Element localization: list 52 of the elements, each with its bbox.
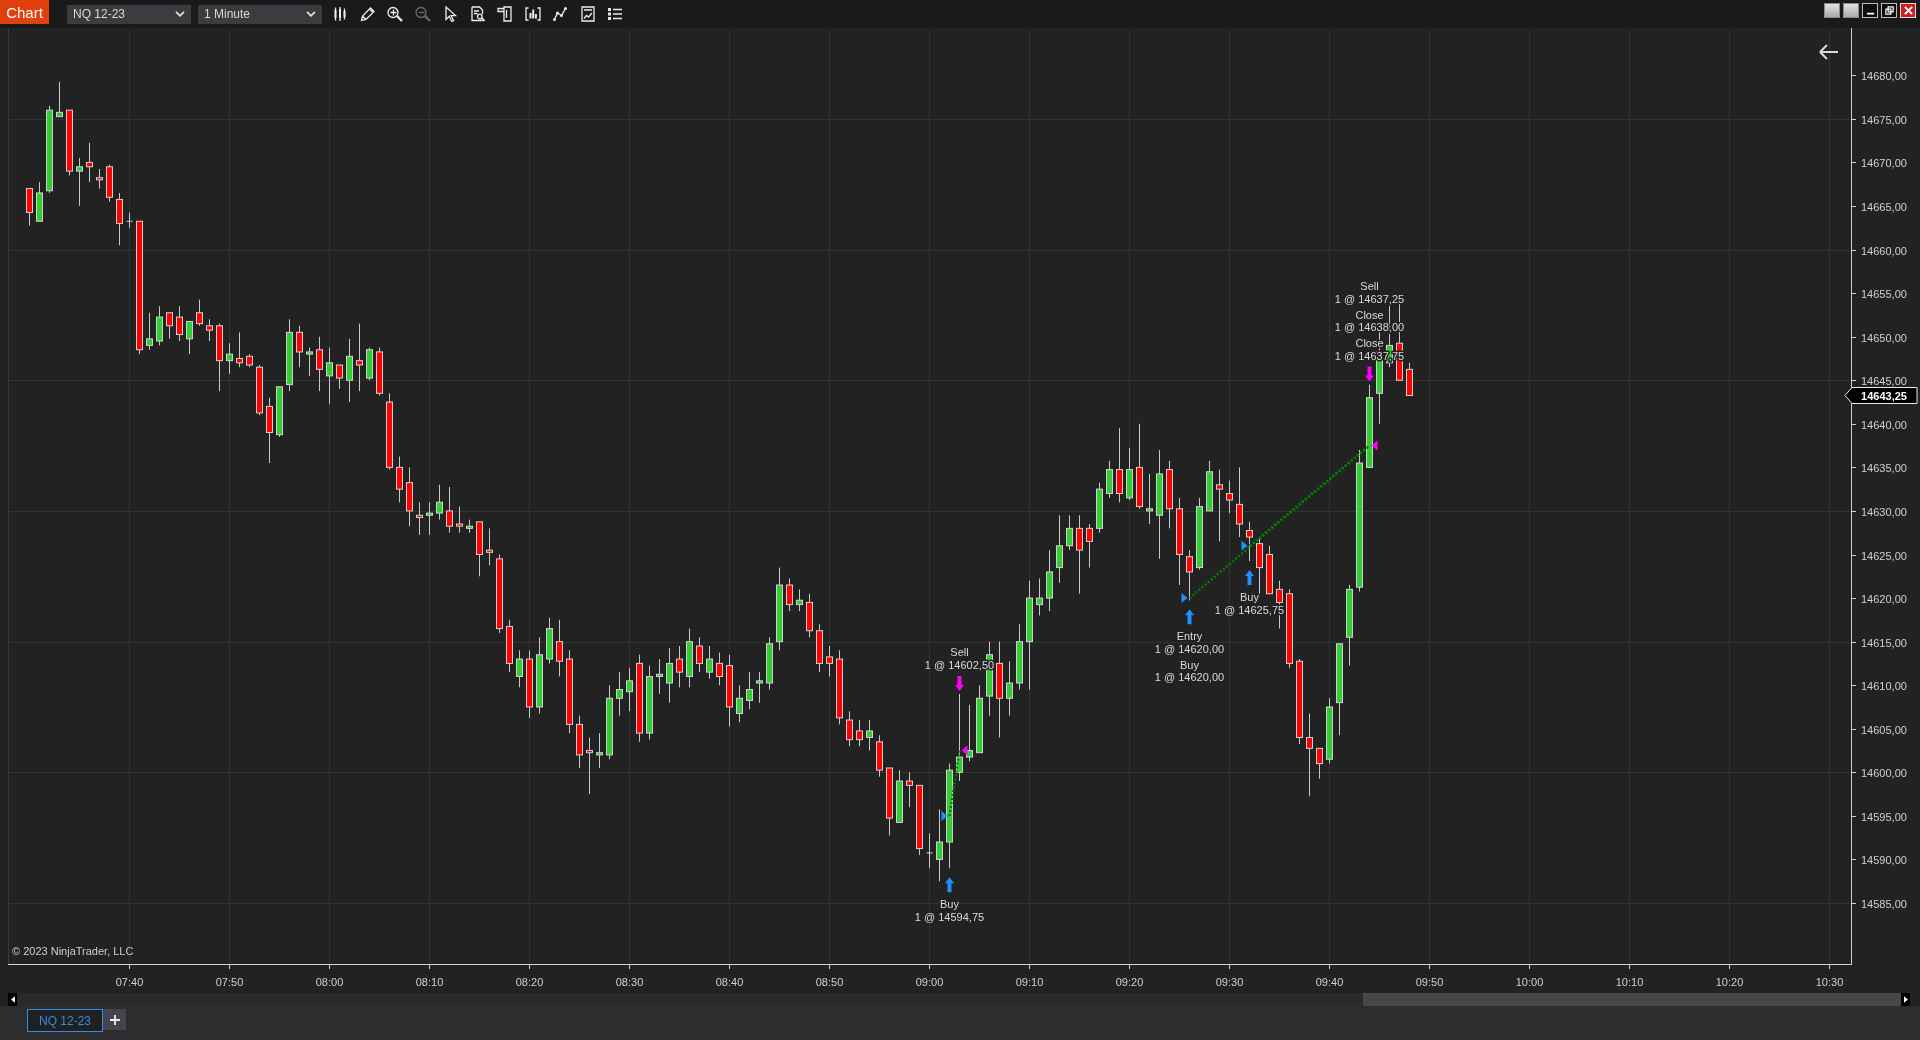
chart-title: Chart bbox=[0, 0, 49, 24]
time-label: 08:20 bbox=[515, 976, 544, 988]
price-label: 14610,00 bbox=[1861, 679, 1907, 692]
price-label: 14660,00 bbox=[1861, 244, 1907, 257]
time-label: 08:30 bbox=[615, 976, 644, 988]
trade-label: Buy bbox=[940, 898, 959, 911]
trade-label: Sell bbox=[950, 646, 969, 659]
price-label: 14675,00 bbox=[1861, 113, 1907, 126]
trade-label: 1 @ 14620,00 bbox=[1154, 642, 1225, 655]
trade-label: 1 @ 14620,00 bbox=[1154, 671, 1225, 684]
price-label: 14615,00 bbox=[1861, 636, 1907, 649]
time-label: 07:50 bbox=[215, 976, 244, 988]
trade-label: Sell bbox=[1360, 280, 1379, 293]
trade-label: Buy bbox=[1180, 658, 1199, 671]
time-label: 09:30 bbox=[1215, 976, 1244, 988]
price-label: 14640,00 bbox=[1861, 418, 1907, 431]
time-label: 07:40 bbox=[115, 976, 144, 988]
trade-label: Buy bbox=[1240, 591, 1259, 604]
price-label: 14635,00 bbox=[1861, 461, 1907, 474]
price-label: 14645,00 bbox=[1861, 374, 1907, 387]
time-label: 10:00 bbox=[1515, 976, 1544, 988]
time-label: 10:20 bbox=[1715, 976, 1744, 988]
time-label: 09:50 bbox=[1415, 976, 1444, 988]
price-label: 14590,00 bbox=[1861, 853, 1907, 866]
time-label: 08:00 bbox=[315, 976, 344, 988]
time-label: 09:20 bbox=[1115, 976, 1144, 988]
price-label: 14680,00 bbox=[1861, 69, 1907, 82]
trade-label: Close bbox=[1355, 308, 1384, 321]
time-label: 08:10 bbox=[415, 976, 444, 988]
time-label: 09:40 bbox=[1315, 976, 1344, 988]
trade-label: 1 @ 14637,25 bbox=[1334, 292, 1405, 305]
time-label: 09:10 bbox=[1015, 976, 1044, 988]
price-label: 14655,00 bbox=[1861, 287, 1907, 300]
price-label: 14620,00 bbox=[1861, 592, 1907, 605]
time-label: 10:10 bbox=[1615, 976, 1644, 988]
time-label: 09:00 bbox=[915, 976, 944, 988]
price-label: 14585,00 bbox=[1861, 897, 1907, 910]
trade-label: Entry bbox=[1176, 630, 1203, 643]
trade-label: 1 @ 14594,75 bbox=[914, 910, 985, 923]
price-label: 14605,00 bbox=[1861, 723, 1907, 736]
time-label: 08:40 bbox=[715, 976, 744, 988]
last-price-tag: 14643,25 bbox=[1844, 387, 1918, 404]
price-label: 14650,00 bbox=[1861, 331, 1907, 344]
price-label: 14600,00 bbox=[1861, 766, 1907, 779]
time-label: 10:30 bbox=[1815, 976, 1844, 988]
price-label: 14625,00 bbox=[1861, 549, 1907, 562]
price-label: 14665,00 bbox=[1861, 200, 1907, 213]
price-label: 14595,00 bbox=[1861, 810, 1907, 823]
time-label: 08:50 bbox=[815, 976, 844, 988]
copyright-text: © 2023 NinjaTrader, LLC bbox=[12, 945, 134, 957]
price-label: 14630,00 bbox=[1861, 505, 1907, 518]
price-label: 14670,00 bbox=[1861, 156, 1907, 169]
